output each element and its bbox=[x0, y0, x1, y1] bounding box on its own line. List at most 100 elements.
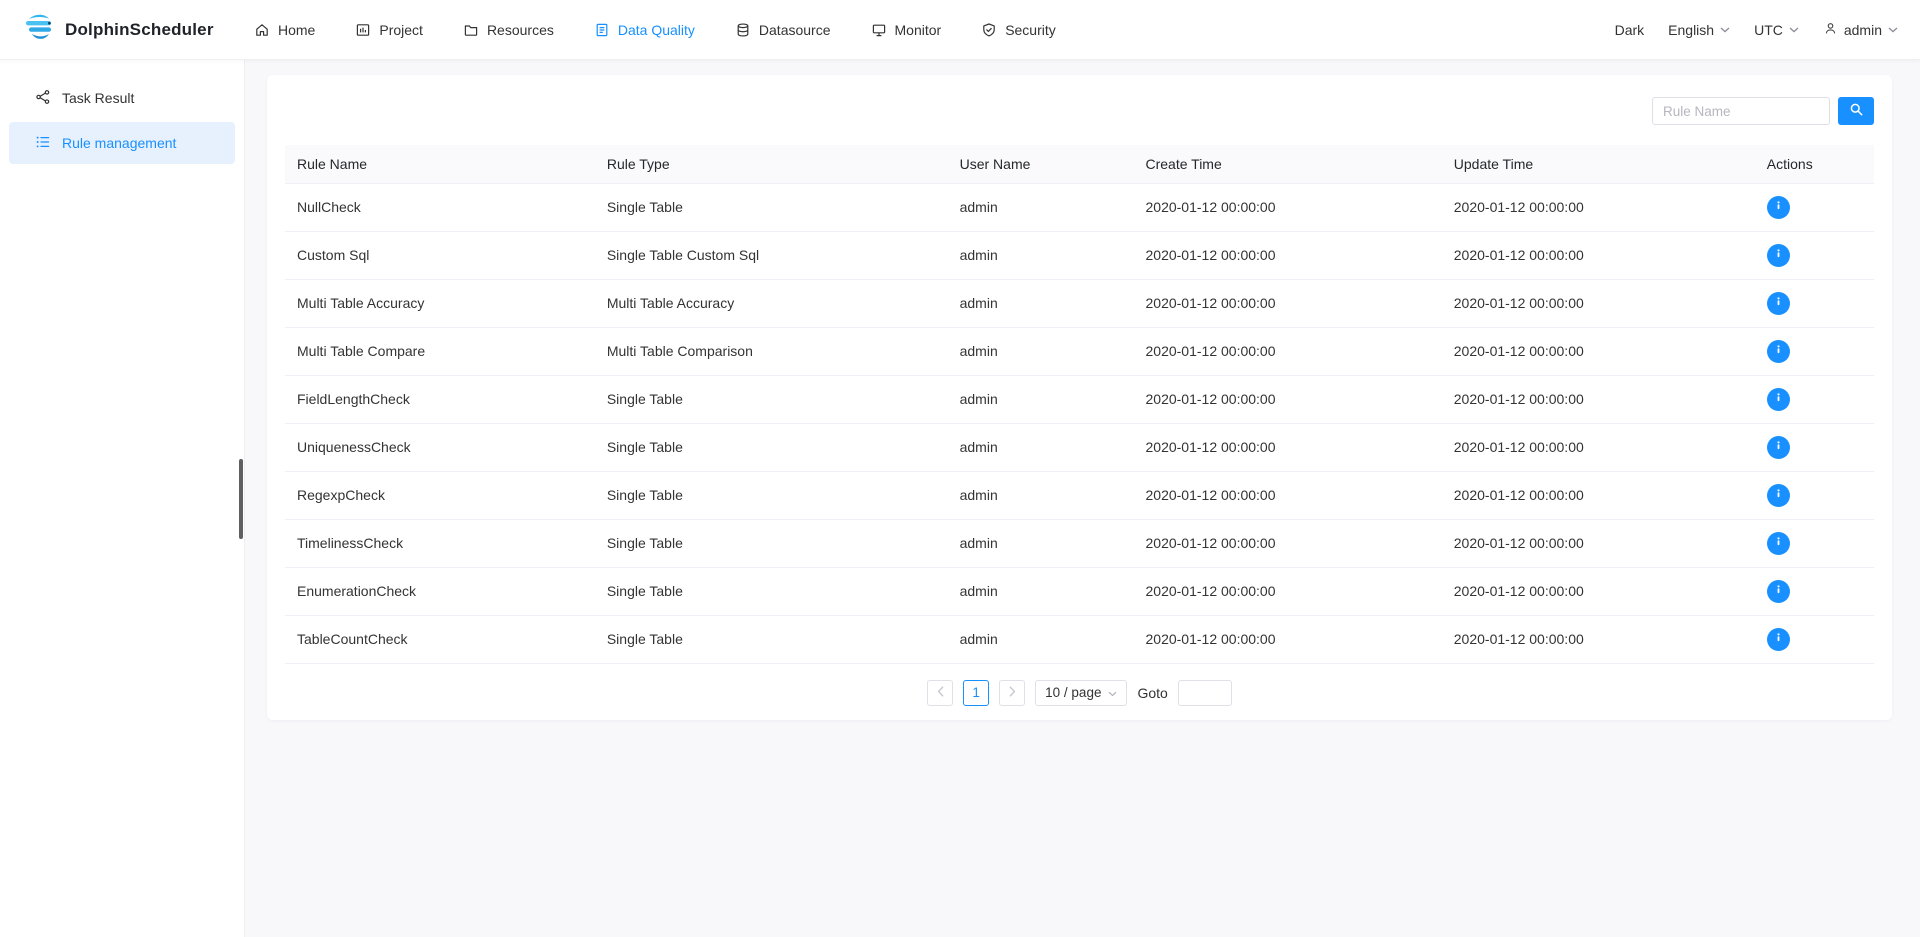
user-name-cell: admin bbox=[948, 231, 1134, 279]
monitor-icon bbox=[871, 22, 887, 38]
user-dropdown[interactable]: admin bbox=[1823, 21, 1898, 39]
rules-table: Rule Name Rule Type User Name Create Tim… bbox=[285, 145, 1874, 664]
rule-detail-info-button[interactable] bbox=[1767, 388, 1790, 411]
rule-management-icon bbox=[35, 134, 51, 153]
user-name-cell: admin bbox=[948, 279, 1134, 327]
table-row: TimelinessCheck Single Table admin 2020-… bbox=[285, 519, 1874, 567]
update-time-cell: 2020-01-12 00:00:00 bbox=[1442, 471, 1755, 519]
create-time-cell: 2020-01-12 00:00:00 bbox=[1134, 519, 1442, 567]
page-1-button[interactable]: 1 bbox=[963, 680, 989, 706]
info-circle-icon bbox=[1772, 391, 1785, 407]
search-button[interactable] bbox=[1838, 97, 1874, 125]
database-icon bbox=[735, 22, 751, 38]
rule-detail-info-button[interactable] bbox=[1767, 244, 1790, 267]
column-header-rule-type: Rule Type bbox=[595, 145, 948, 183]
language-dropdown[interactable]: English bbox=[1668, 22, 1730, 38]
rule-name-search-input[interactable] bbox=[1652, 97, 1830, 125]
table-row: Multi Table Accuracy Multi Table Accurac… bbox=[285, 279, 1874, 327]
nav-item-datasource[interactable]: Datasource bbox=[735, 22, 831, 38]
rule-name-cell: TimelinessCheck bbox=[285, 519, 595, 567]
rule-name-cell: NullCheck bbox=[285, 183, 595, 231]
table-row: FieldLengthCheck Single Table admin 2020… bbox=[285, 375, 1874, 423]
nav-item-data-quality[interactable]: Data Quality bbox=[594, 22, 695, 38]
nav-item-home[interactable]: Home bbox=[254, 22, 315, 38]
user-name-cell: admin bbox=[948, 423, 1134, 471]
rule-type-cell: Multi Table Accuracy bbox=[595, 279, 948, 327]
column-header-create-time: Create Time bbox=[1134, 145, 1442, 183]
rule-name-cell: Multi Table Accuracy bbox=[285, 279, 595, 327]
update-time-cell: 2020-01-12 00:00:00 bbox=[1442, 519, 1755, 567]
rule-management-card: Rule Name Rule Type User Name Create Tim… bbox=[267, 75, 1892, 720]
project-icon bbox=[355, 22, 371, 38]
nav-item-resources[interactable]: Resources bbox=[463, 22, 554, 38]
actions-cell bbox=[1755, 327, 1874, 375]
nav-item-label: Monitor bbox=[895, 22, 942, 38]
rule-detail-info-button[interactable] bbox=[1767, 292, 1790, 315]
info-circle-icon bbox=[1772, 583, 1785, 599]
nav-item-label: Datasource bbox=[759, 22, 831, 38]
rule-detail-info-button[interactable] bbox=[1767, 580, 1790, 603]
nav-item-security[interactable]: Security bbox=[981, 22, 1056, 38]
table-row: Custom Sql Single Table Custom Sql admin… bbox=[285, 231, 1874, 279]
chevron-down-icon bbox=[1720, 27, 1730, 33]
actions-cell bbox=[1755, 231, 1874, 279]
nav-item-monitor[interactable]: Monitor bbox=[871, 22, 942, 38]
rule-detail-info-button[interactable] bbox=[1767, 436, 1790, 459]
rule-detail-info-button[interactable] bbox=[1767, 628, 1790, 651]
table-row: NullCheck Single Table admin 2020-01-12 … bbox=[285, 183, 1874, 231]
rule-name-cell: Multi Table Compare bbox=[285, 327, 595, 375]
rule-detail-info-button[interactable] bbox=[1767, 532, 1790, 555]
chevron-down-icon bbox=[1888, 27, 1898, 33]
actions-cell bbox=[1755, 615, 1874, 663]
brand: DolphinScheduler bbox=[22, 13, 254, 47]
goto-label: Goto bbox=[1137, 685, 1167, 701]
next-page-button[interactable] bbox=[999, 680, 1025, 706]
page-size-select[interactable]: 10 / page bbox=[1035, 680, 1127, 706]
main-content: Rule Name Rule Type User Name Create Tim… bbox=[245, 60, 1920, 937]
sidebar-scrollbar[interactable] bbox=[239, 459, 243, 539]
info-circle-icon bbox=[1772, 295, 1785, 311]
actions-cell bbox=[1755, 423, 1874, 471]
rule-type-cell: Single Table bbox=[595, 567, 948, 615]
chevron-right-icon bbox=[1009, 685, 1016, 700]
create-time-cell: 2020-01-12 00:00:00 bbox=[1134, 423, 1442, 471]
prev-page-button[interactable] bbox=[927, 680, 953, 706]
nav-item-project[interactable]: Project bbox=[355, 22, 423, 38]
table-header-row: Rule Name Rule Type User Name Create Tim… bbox=[285, 145, 1874, 183]
timezone-dropdown[interactable]: UTC bbox=[1754, 22, 1799, 38]
rule-name-cell: FieldLengthCheck bbox=[285, 375, 595, 423]
data-quality-icon bbox=[594, 22, 610, 38]
create-time-cell: 2020-01-12 00:00:00 bbox=[1134, 567, 1442, 615]
main-nav: Home Project Resources Data Quality Data… bbox=[254, 22, 1056, 38]
user-name-cell: admin bbox=[948, 183, 1134, 231]
create-time-cell: 2020-01-12 00:00:00 bbox=[1134, 471, 1442, 519]
rule-name-cell: UniquenessCheck bbox=[285, 423, 595, 471]
rule-detail-info-button[interactable] bbox=[1767, 340, 1790, 363]
actions-cell bbox=[1755, 519, 1874, 567]
sidebar: Task Result Rule management bbox=[0, 60, 245, 937]
column-header-user-name: User Name bbox=[948, 145, 1134, 183]
rule-type-cell: Single Table bbox=[595, 423, 948, 471]
sidebar-item-task-result[interactable]: Task Result bbox=[9, 77, 235, 119]
actions-cell bbox=[1755, 279, 1874, 327]
info-circle-icon bbox=[1772, 535, 1785, 551]
dolphinscheduler-logo[interactable] bbox=[22, 13, 56, 47]
table-row: TableCountCheck Single Table admin 2020-… bbox=[285, 615, 1874, 663]
create-time-cell: 2020-01-12 00:00:00 bbox=[1134, 279, 1442, 327]
rule-type-cell: Single Table bbox=[595, 183, 948, 231]
chevron-down-icon bbox=[1789, 27, 1799, 33]
sidebar-item-rule-management[interactable]: Rule management bbox=[9, 122, 235, 164]
table-row: RegexpCheck Single Table admin 2020-01-1… bbox=[285, 471, 1874, 519]
language-label: English bbox=[1668, 22, 1714, 38]
actions-cell bbox=[1755, 183, 1874, 231]
create-time-cell: 2020-01-12 00:00:00 bbox=[1134, 327, 1442, 375]
rule-detail-info-button[interactable] bbox=[1767, 196, 1790, 219]
create-time-cell: 2020-01-12 00:00:00 bbox=[1134, 615, 1442, 663]
nav-item-label: Home bbox=[278, 22, 315, 38]
rule-detail-info-button[interactable] bbox=[1767, 484, 1790, 507]
table-row: UniquenessCheck Single Table admin 2020-… bbox=[285, 423, 1874, 471]
goto-page-input[interactable] bbox=[1178, 680, 1232, 706]
theme-toggle-button[interactable]: Dark bbox=[1615, 22, 1645, 38]
sidebar-item-label: Rule management bbox=[62, 135, 176, 151]
user-name-cell: admin bbox=[948, 615, 1134, 663]
